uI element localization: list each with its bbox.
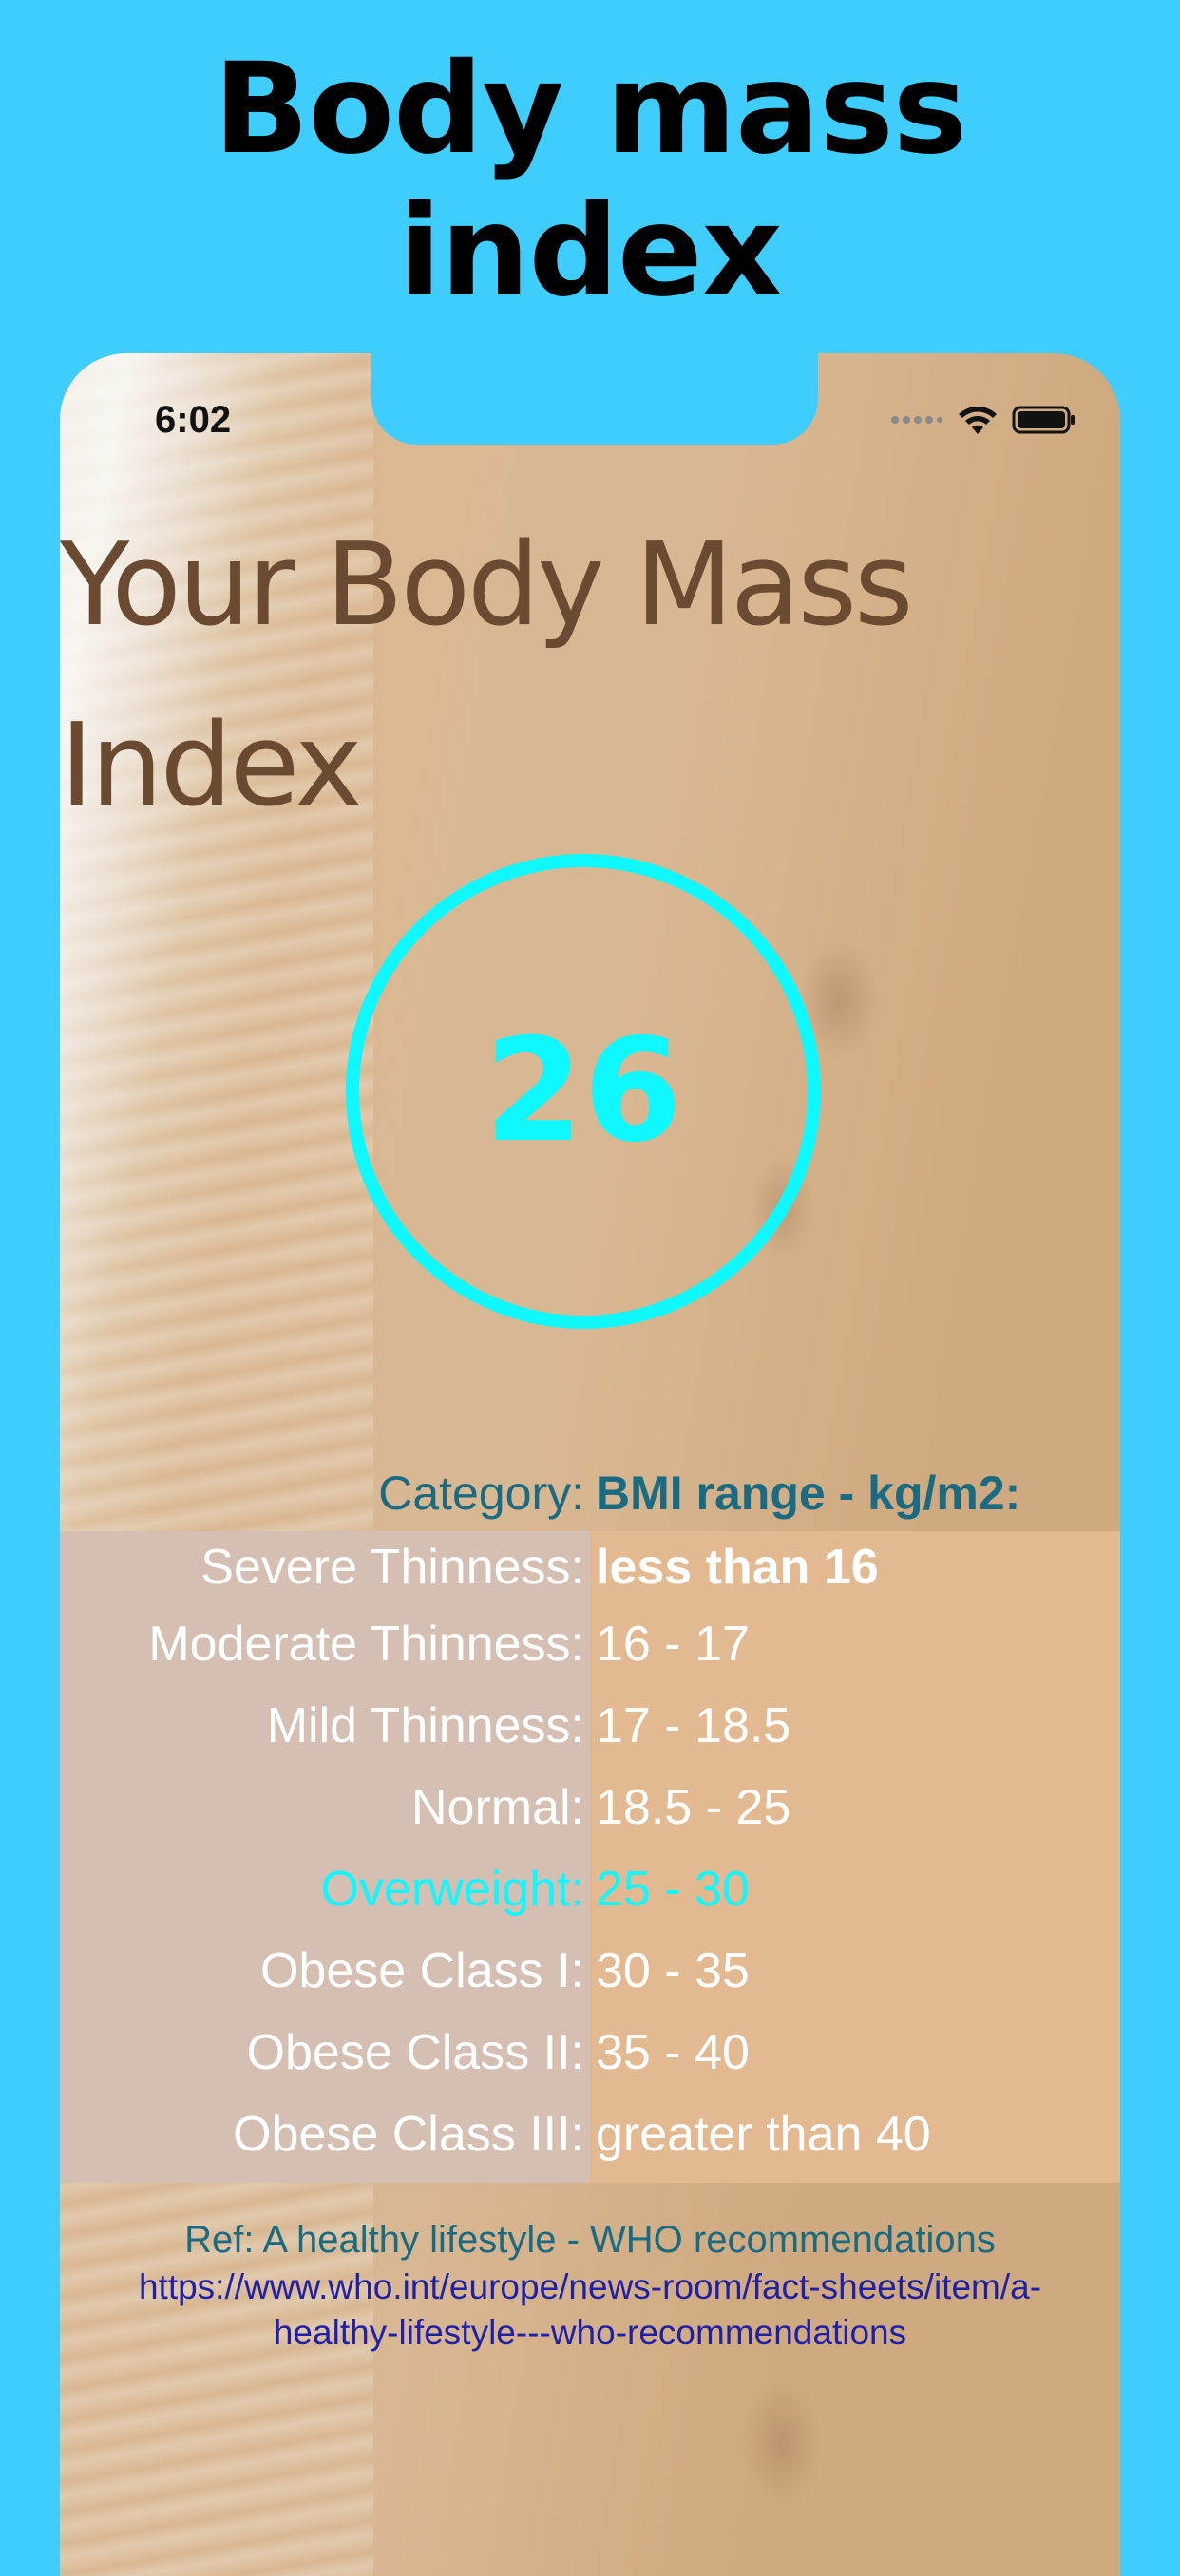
table-row: Obese Class II: 35 - 40 [60, 2012, 1120, 2093]
status-time: 6:02 [155, 399, 232, 441]
battery-icon [1012, 406, 1075, 434]
row-category: Obese Class III: [233, 2107, 584, 2162]
promo-title-line2: index [398, 179, 782, 325]
bmi-table-header: Category: BMI range - kg/m2: [60, 1455, 1120, 1531]
row-range: 35 - 40 [596, 2025, 750, 2080]
table-row-current: Overweight: 25 - 30 [60, 1848, 1120, 1930]
signal-dots-icon [891, 416, 942, 424]
page-title-line1: Your Body Mass [60, 520, 914, 652]
row-range: 17 - 18.5 [596, 1698, 791, 1753]
row-range: 18.5 - 25 [596, 1780, 791, 1835]
row-range: less than 16 [596, 1540, 879, 1595]
reference-link-line1[interactable]: https://www.who.int/europe/news-room/fac… [60, 2264, 1120, 2310]
bmi-result-ring: 26 [346, 854, 821, 1329]
table-row: Moderate Thinness: 16 - 17 [60, 1603, 1120, 1685]
table-row: Obese Class III: greater than 40 [60, 2093, 1120, 2175]
reference-link[interactable]: https://www.who.int/europe/news-room/fac… [60, 2264, 1120, 2356]
row-range: 16 - 17 [596, 1617, 750, 1672]
row-category: Moderate Thinness: [148, 1617, 584, 1672]
row-category: Obese Class I: [259, 1943, 584, 1998]
row-category: Obese Class II: [246, 2025, 584, 2080]
reference-link-line2[interactable]: healthy-lifestyle---who-recommendations [60, 2310, 1120, 2356]
phone-notch [371, 353, 818, 445]
page-title: Your Body Mass Index [60, 496, 1120, 857]
phone-screen: 6:02 Your Body Mass Index 26 Category: B… [60, 353, 1120, 2576]
header-range: BMI range - kg/m2: [596, 1467, 1021, 1520]
promo-title-line1: Body mass [213, 36, 968, 182]
row-range: 30 - 35 [596, 1943, 750, 1998]
promo-title: Body mass index [0, 38, 1180, 323]
row-category: Overweight: [320, 1862, 584, 1917]
row-range: greater than 40 [596, 2107, 931, 2162]
status-icons [890, 401, 1076, 439]
row-category: Normal: [410, 1780, 584, 1835]
table-row: Mild Thinness: 17 - 18.5 [60, 1685, 1120, 1767]
header-category: Category: [378, 1467, 584, 1520]
row-category: Severe Thinness: [200, 1540, 584, 1595]
row-category: Mild Thinness: [266, 1698, 584, 1753]
bmi-table: Severe Thinness: less than 16 Moderate T… [60, 1531, 1120, 2183]
table-row: Obese Class I: 30 - 35 [60, 1930, 1120, 2012]
reference-title: Ref: A healthy lifestyle - WHO recommend… [184, 2219, 996, 2261]
bmi-value: 26 [484, 1009, 683, 1174]
table-row: Normal: 18.5 - 25 [60, 1767, 1120, 1848]
row-range: 25 - 30 [596, 1862, 750, 1917]
wifi-icon [959, 407, 997, 434]
reference-section: Ref: A healthy lifestyle - WHO recommend… [60, 2215, 1120, 2356]
table-row: Severe Thinness: less than 16 [60, 1531, 1120, 1603]
page-title-line2: Index [60, 700, 362, 832]
